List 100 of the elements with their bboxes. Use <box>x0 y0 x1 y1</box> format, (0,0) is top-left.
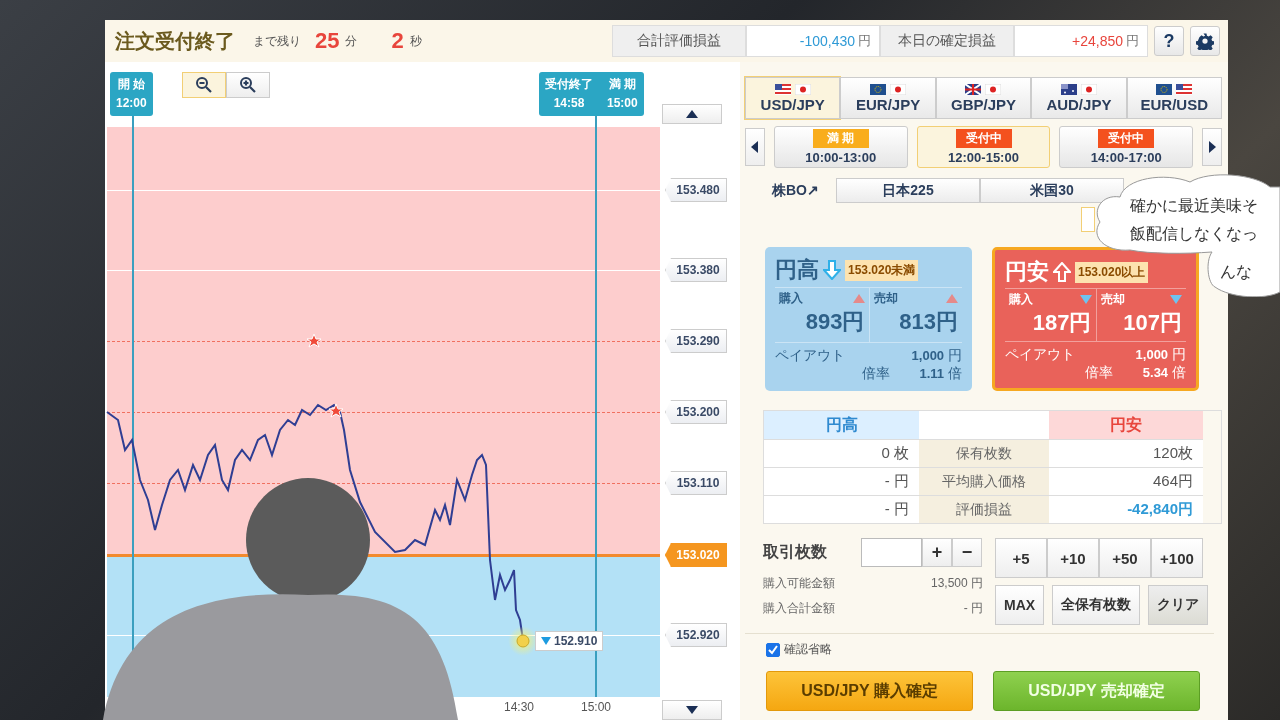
decrement-button[interactable]: − <box>952 538 982 567</box>
up-triangle-icon <box>946 294 958 303</box>
row-label: 平均購入価格 <box>919 467 1049 495</box>
zoom-out-icon <box>195 76 213 94</box>
up-arrow-icon <box>1053 262 1071 283</box>
time-label: 14:30 <box>504 700 534 714</box>
quantity-field[interactable] <box>861 538 922 567</box>
price-type: 購入 <box>779 290 803 307</box>
add-amount-button[interactable]: +5 <box>995 538 1047 578</box>
amount-value: 13,500 円 <box>930 575 983 592</box>
row-label: 評価損益 <box>919 495 1049 523</box>
settings-button[interactable] <box>1190 26 1220 56</box>
marker-time: 14:58 <box>552 95 586 112</box>
current-price-dot <box>516 634 530 648</box>
left-triangle-icon <box>751 141 759 153</box>
scroll-down-button[interactable] <box>662 700 722 720</box>
price-label: 153.020 <box>665 543 727 567</box>
stock-bo-link[interactable]: 株BO↗ <box>772 181 824 200</box>
session-button[interactable]: 受付中 12:00-15:00 <box>916 126 1051 168</box>
chat-line: んな <box>1220 262 1252 282</box>
stat-label: 合計評価損益 <box>612 25 746 57</box>
remaining-label: まで残り <box>253 32 301 50</box>
session-status: 受付中 <box>1098 129 1155 148</box>
price-label: 153.290 <box>665 329 727 353</box>
rate-label: 倍率 <box>861 365 890 383</box>
currency-tab[interactable]: EUR/USD <box>1126 77 1222 119</box>
up-triangle-icon <box>852 294 865 303</box>
price-type: 購入 <box>1009 291 1033 309</box>
down-triangle-icon <box>541 637 551 645</box>
quantity-action-button[interactable]: MAX <box>995 585 1045 625</box>
price-type: 売却 <box>1100 291 1125 309</box>
price-type: 売却 <box>873 290 898 307</box>
market-button[interactable]: 米国30 <box>980 178 1124 203</box>
option-price: 813円 <box>898 308 958 336</box>
status-title: 注文受付終了 <box>115 28 235 54</box>
currency-tab[interactable]: AUD/JPY <box>1031 77 1127 119</box>
option-title: 円高 <box>775 256 819 284</box>
rate-label: 倍率 <box>1084 364 1113 382</box>
increment-button[interactable]: + <box>922 538 952 567</box>
option-card[interactable]: 円高 153.020未満 購入 893円 売却 813円 ペイアウト 1,000 円 倍率 1.11 倍 <box>765 247 972 391</box>
currency-tab[interactable]: USD/JPY <box>745 77 841 119</box>
currency-tab[interactable]: GBP/JPY <box>935 77 1032 119</box>
payout-value: 1,000 <box>1135 347 1169 362</box>
rate-value: 5.34 <box>1142 365 1169 380</box>
price-label: 153.110 <box>665 471 727 495</box>
marker-label: 受付終了 <box>545 76 593 93</box>
table-cell: -42,840円 <box>1049 495 1203 523</box>
marker-time: 15:00 <box>607 95 638 112</box>
current-price: 152.910 <box>554 634 598 648</box>
option-title: 円安 <box>1005 258 1049 287</box>
down-triangle-icon <box>686 706 698 714</box>
right-triangle-icon <box>1208 141 1216 153</box>
session-status: 満 期 <box>812 129 869 148</box>
option-card[interactable]: 円安 153.020以上 購入 187円 売却 107円 ペイアウト 1,000 円 倍率 5.34 倍 <box>992 247 1199 391</box>
flag-icon <box>870 83 887 95</box>
scroll-up-button[interactable] <box>662 104 722 124</box>
session-button[interactable]: 受付中 14:00-17:00 <box>1059 126 1194 168</box>
flag-icon <box>1060 83 1077 95</box>
zoom-in-icon <box>239 76 257 94</box>
seconds-value: 2 <box>391 28 404 54</box>
add-amount-button[interactable]: +100 <box>1151 538 1203 578</box>
stat-label: 本日の確定損益 <box>880 25 1014 57</box>
payout-unit: 円 <box>948 347 962 363</box>
next-button[interactable] <box>1202 128 1222 166</box>
chat-line: 飯配信しなくなっ <box>1130 224 1258 244</box>
stat-value: +24,850 円 <box>1014 25 1148 57</box>
quantity-action-button[interactable]: 全保有枚数 <box>1052 585 1141 625</box>
payout-label: ペイアウト <box>775 347 845 365</box>
threshold-badge: 153.020以上 <box>1075 261 1149 283</box>
star-icon <box>306 333 322 348</box>
option-price: 107円 <box>1122 309 1182 338</box>
session-button[interactable]: 満 期 10:00-13:00 <box>773 126 908 168</box>
add-amount-button[interactable]: +50 <box>1099 538 1151 578</box>
quantity-action-button[interactable]: クリア <box>1148 585 1209 625</box>
time-label: 15:00 <box>581 700 611 714</box>
marker-time: 12:00 <box>116 95 147 112</box>
flag-icon <box>774 83 791 95</box>
checkbox[interactable] <box>766 642 780 657</box>
option-price: 187円 <box>1031 309 1092 338</box>
zoom-in-button[interactable] <box>226 72 270 98</box>
zoom-out-button[interactable] <box>182 72 226 98</box>
up-triangle-icon <box>686 110 698 118</box>
price-label: 153.200 <box>665 400 727 424</box>
flag-icon <box>1080 83 1097 95</box>
table-cell: - 円 <box>764 495 919 523</box>
help-button[interactable]: ? <box>1154 26 1184 56</box>
flag-icon <box>794 83 811 95</box>
previous-button[interactable] <box>745 128 765 166</box>
rate-value: 1.11 <box>919 366 945 381</box>
currency-tab[interactable]: EUR/JPY <box>840 77 936 119</box>
buy-confirm-button[interactable]: USD/JPY 購入確定 <box>766 671 973 711</box>
rate-unit: 倍 <box>1172 364 1186 380</box>
amount-label: 購入合計金額 <box>763 600 835 617</box>
flag-icon <box>1156 83 1173 95</box>
flag-icon <box>965 83 982 95</box>
seconds-unit: 秒 <box>409 32 422 50</box>
add-amount-button[interactable]: +10 <box>1047 538 1099 578</box>
down-triangle-icon <box>1170 295 1182 305</box>
market-button[interactable]: 日本225 <box>836 178 980 203</box>
minutes-value: 25 <box>315 28 340 54</box>
